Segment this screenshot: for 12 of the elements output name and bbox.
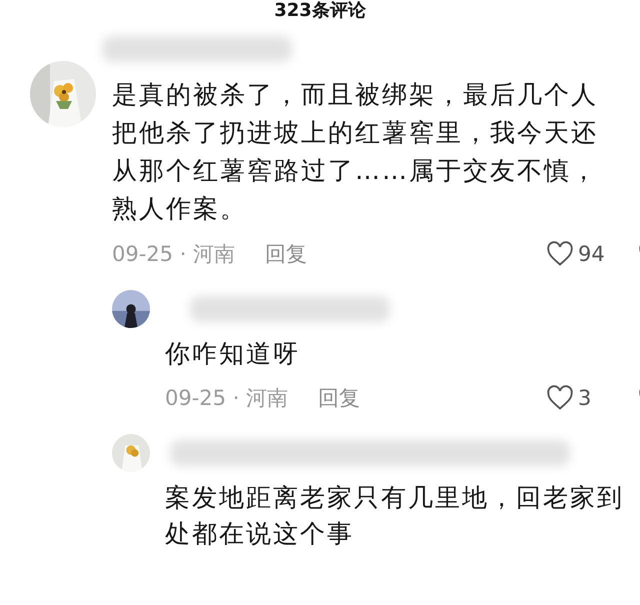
reply-link[interactable]: 回复: [265, 240, 308, 268]
reply-text: 你咋知道呀: [165, 338, 301, 370]
like-count: 94: [578, 242, 606, 266]
comment-count-title: 323条评论: [273, 0, 367, 22]
like-count: 3: [578, 386, 592, 410]
reply-link[interactable]: 回复: [318, 384, 360, 412]
comment-date-location: 09-25 · 河南: [165, 385, 288, 412]
comment-text: 是真的被杀了，而且被绑架，最后几个人把他杀了扔进坡上的红薯窖里，我今天还从那个红薯窖路过了……属于交友不慎，熟人作案。: [112, 79, 599, 225]
heart-icon[interactable]: [546, 384, 574, 412]
heart-icon[interactable]: [546, 240, 574, 268]
comment-date-location: 09-25 · 河南: [112, 241, 236, 268]
reply-text: 案发地距离老家只有几里地，回老家到处都在说这个事: [165, 482, 625, 550]
